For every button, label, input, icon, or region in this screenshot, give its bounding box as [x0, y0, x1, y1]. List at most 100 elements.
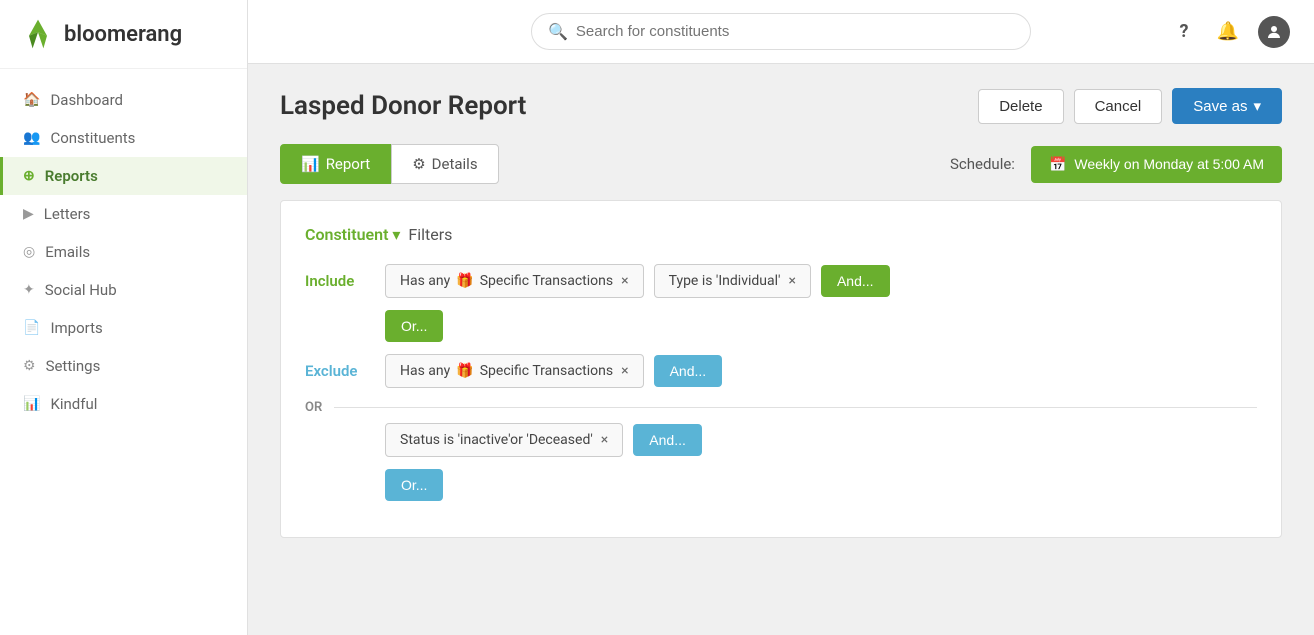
tab-report-label: Report [326, 155, 371, 173]
include-filter-row: Include Has any 🎁 Specific Transactions … [305, 264, 1257, 298]
sidebar-nav: 🏠 Dashboard 👥 Constituents ⊕ Reports ▶ L… [0, 69, 247, 435]
save-as-label: Save as [1193, 98, 1247, 115]
schedule-button[interactable]: 📅 Weekly on Monday at 5:00 AM [1031, 146, 1282, 183]
tabs: 📊 Report ⚙ Details [280, 144, 499, 184]
sidebar-item-label: Settings [46, 357, 101, 375]
sidebar-item-label: Social Hub [45, 281, 117, 299]
sidebar-item-label: Letters [44, 205, 91, 223]
include-label: Include [305, 272, 375, 290]
social-hub-icon: ✦ [23, 282, 35, 298]
exclude-has-any-text: Has any [400, 363, 450, 379]
exclude-filter-row: Exclude Has any 🎁 Specific Transactions … [305, 354, 1257, 388]
remove-exclude-filter2-button[interactable]: × [601, 432, 608, 448]
kindful-icon: 📊 [23, 396, 40, 412]
emails-icon: ◎ [23, 244, 35, 260]
schedule-row: Schedule: 📅 Weekly on Monday at 5:00 AM [950, 146, 1282, 183]
tab-details[interactable]: ⚙ Details [391, 144, 498, 184]
specific-transactions-text: Specific Transactions [480, 273, 613, 289]
logo-text: bloomerang [64, 22, 182, 47]
filter-panel-header: Constituent ▾ Filters [305, 225, 1257, 244]
constituent-chevron-icon: ▾ [392, 225, 400, 244]
exclude-filter-row-2: Status is 'inactive'or 'Deceased' × And.… [305, 423, 1257, 457]
sidebar-item-label: Dashboard [50, 91, 123, 109]
include-and-button[interactable]: And... [821, 265, 890, 297]
filter-panel: Constituent ▾ Filters Include Has any 🎁 … [280, 200, 1282, 538]
exclude-filter-tag-1: Has any 🎁 Specific Transactions × [385, 354, 644, 388]
content-area: Lasped Donor Report Delete Cancel Save a… [248, 64, 1314, 635]
search-icon: 🔍 [548, 22, 568, 41]
filters-label: Filters [408, 225, 452, 244]
sidebar-item-kindful[interactable]: 📊 Kindful [0, 385, 247, 423]
sidebar-item-settings[interactable]: ⚙ Settings [0, 347, 247, 385]
reports-icon: ⊕ [23, 168, 35, 184]
settings-icon: ⚙ [23, 358, 36, 374]
report-actions: Delete Cancel Save as ▾ [978, 88, 1282, 124]
exclude-label: Exclude [305, 362, 375, 380]
logo: bloomerang [0, 0, 247, 69]
exclude-or-button[interactable]: Or... [385, 469, 443, 501]
user-icon [1265, 23, 1283, 41]
topbar: 🔍 ? 🔔 [248, 0, 1314, 64]
status-text: Status is 'inactive'or 'Deceased' [400, 432, 593, 448]
include-or-row: Or... [305, 310, 1257, 342]
include-or-button[interactable]: Or... [385, 310, 443, 342]
sidebar-item-label: Imports [50, 319, 102, 337]
constituent-link[interactable]: Constituent [305, 225, 388, 244]
sidebar-item-label: Emails [45, 243, 90, 261]
help-icon[interactable]: ? [1170, 18, 1198, 46]
include-filter-tag-1: Has any 🎁 Specific Transactions × [385, 264, 644, 298]
tabs-row: 📊 Report ⚙ Details Schedule: 📅 Weekly on… [280, 144, 1282, 184]
topbar-icons: ? 🔔 [1170, 16, 1290, 48]
sidebar-item-letters[interactable]: ▶ Letters [0, 195, 247, 233]
or-divider: OR [305, 400, 1257, 415]
search-bar[interactable]: 🔍 [531, 13, 1031, 50]
constituents-icon: 👥 [23, 130, 40, 146]
notification-icon[interactable]: 🔔 [1214, 18, 1242, 46]
sidebar-item-label: Constituents [50, 129, 135, 147]
has-any-text: Has any [400, 273, 450, 289]
calendar-icon: 📅 [1049, 156, 1066, 173]
report-title: Lasped Donor Report [280, 91, 526, 121]
or-divider-text: OR [305, 400, 322, 415]
logo-icon [20, 16, 56, 52]
gift-icon: 🎁 [456, 273, 473, 289]
or-divider-line [334, 407, 1257, 408]
sidebar-item-label: Kindful [50, 395, 97, 413]
sidebar-item-reports[interactable]: ⊕ Reports [0, 157, 247, 195]
sidebar-item-constituents[interactable]: 👥 Constituents [0, 119, 247, 157]
letters-icon: ▶ [23, 206, 34, 222]
tab-report[interactable]: 📊 Report [280, 144, 391, 184]
report-header: Lasped Donor Report Delete Cancel Save a… [280, 88, 1282, 124]
user-avatar[interactable] [1258, 16, 1290, 48]
schedule-label: Schedule: [950, 155, 1015, 173]
remove-include-filter1-button[interactable]: × [621, 273, 628, 289]
exclude-and2-button[interactable]: And... [633, 424, 702, 456]
remove-exclude-filter1-button[interactable]: × [621, 363, 628, 379]
exclude-gift-icon: 🎁 [456, 363, 473, 379]
sidebar: bloomerang 🏠 Dashboard 👥 Constituents ⊕ … [0, 0, 248, 635]
exclude-filter-tag-2: Status is 'inactive'or 'Deceased' × [385, 423, 623, 457]
schedule-value: Weekly on Monday at 5:00 AM [1074, 156, 1264, 172]
sidebar-item-emails[interactable]: ◎ Emails [0, 233, 247, 271]
delete-button[interactable]: Delete [978, 89, 1063, 124]
exclude-or-row: Or... [305, 469, 1257, 501]
exclude-specific-transactions-text: Specific Transactions [480, 363, 613, 379]
sidebar-item-social-hub[interactable]: ✦ Social Hub [0, 271, 247, 309]
tab-details-label: Details [432, 155, 478, 173]
details-tab-icon: ⚙ [412, 155, 425, 173]
chevron-down-icon: ▾ [1253, 97, 1261, 115]
dashboard-icon: 🏠 [23, 92, 40, 108]
report-tab-icon: 📊 [301, 155, 320, 173]
imports-icon: 📄 [23, 320, 40, 336]
type-individual-text: Type is 'Individual' [669, 273, 781, 289]
exclude-and-button[interactable]: And... [654, 355, 723, 387]
remove-include-filter2-button[interactable]: × [788, 273, 795, 289]
main-content: 🔍 ? 🔔 Lasped Donor Report Delete Cancel … [248, 0, 1314, 635]
cancel-button[interactable]: Cancel [1074, 89, 1163, 124]
save-as-button[interactable]: Save as ▾ [1172, 88, 1282, 124]
sidebar-item-imports[interactable]: 📄 Imports [0, 309, 247, 347]
sidebar-item-dashboard[interactable]: 🏠 Dashboard [0, 81, 247, 119]
include-filter-tag-2: Type is 'Individual' × [654, 264, 811, 298]
search-input[interactable] [576, 23, 1014, 40]
sidebar-item-label: Reports [45, 167, 98, 185]
